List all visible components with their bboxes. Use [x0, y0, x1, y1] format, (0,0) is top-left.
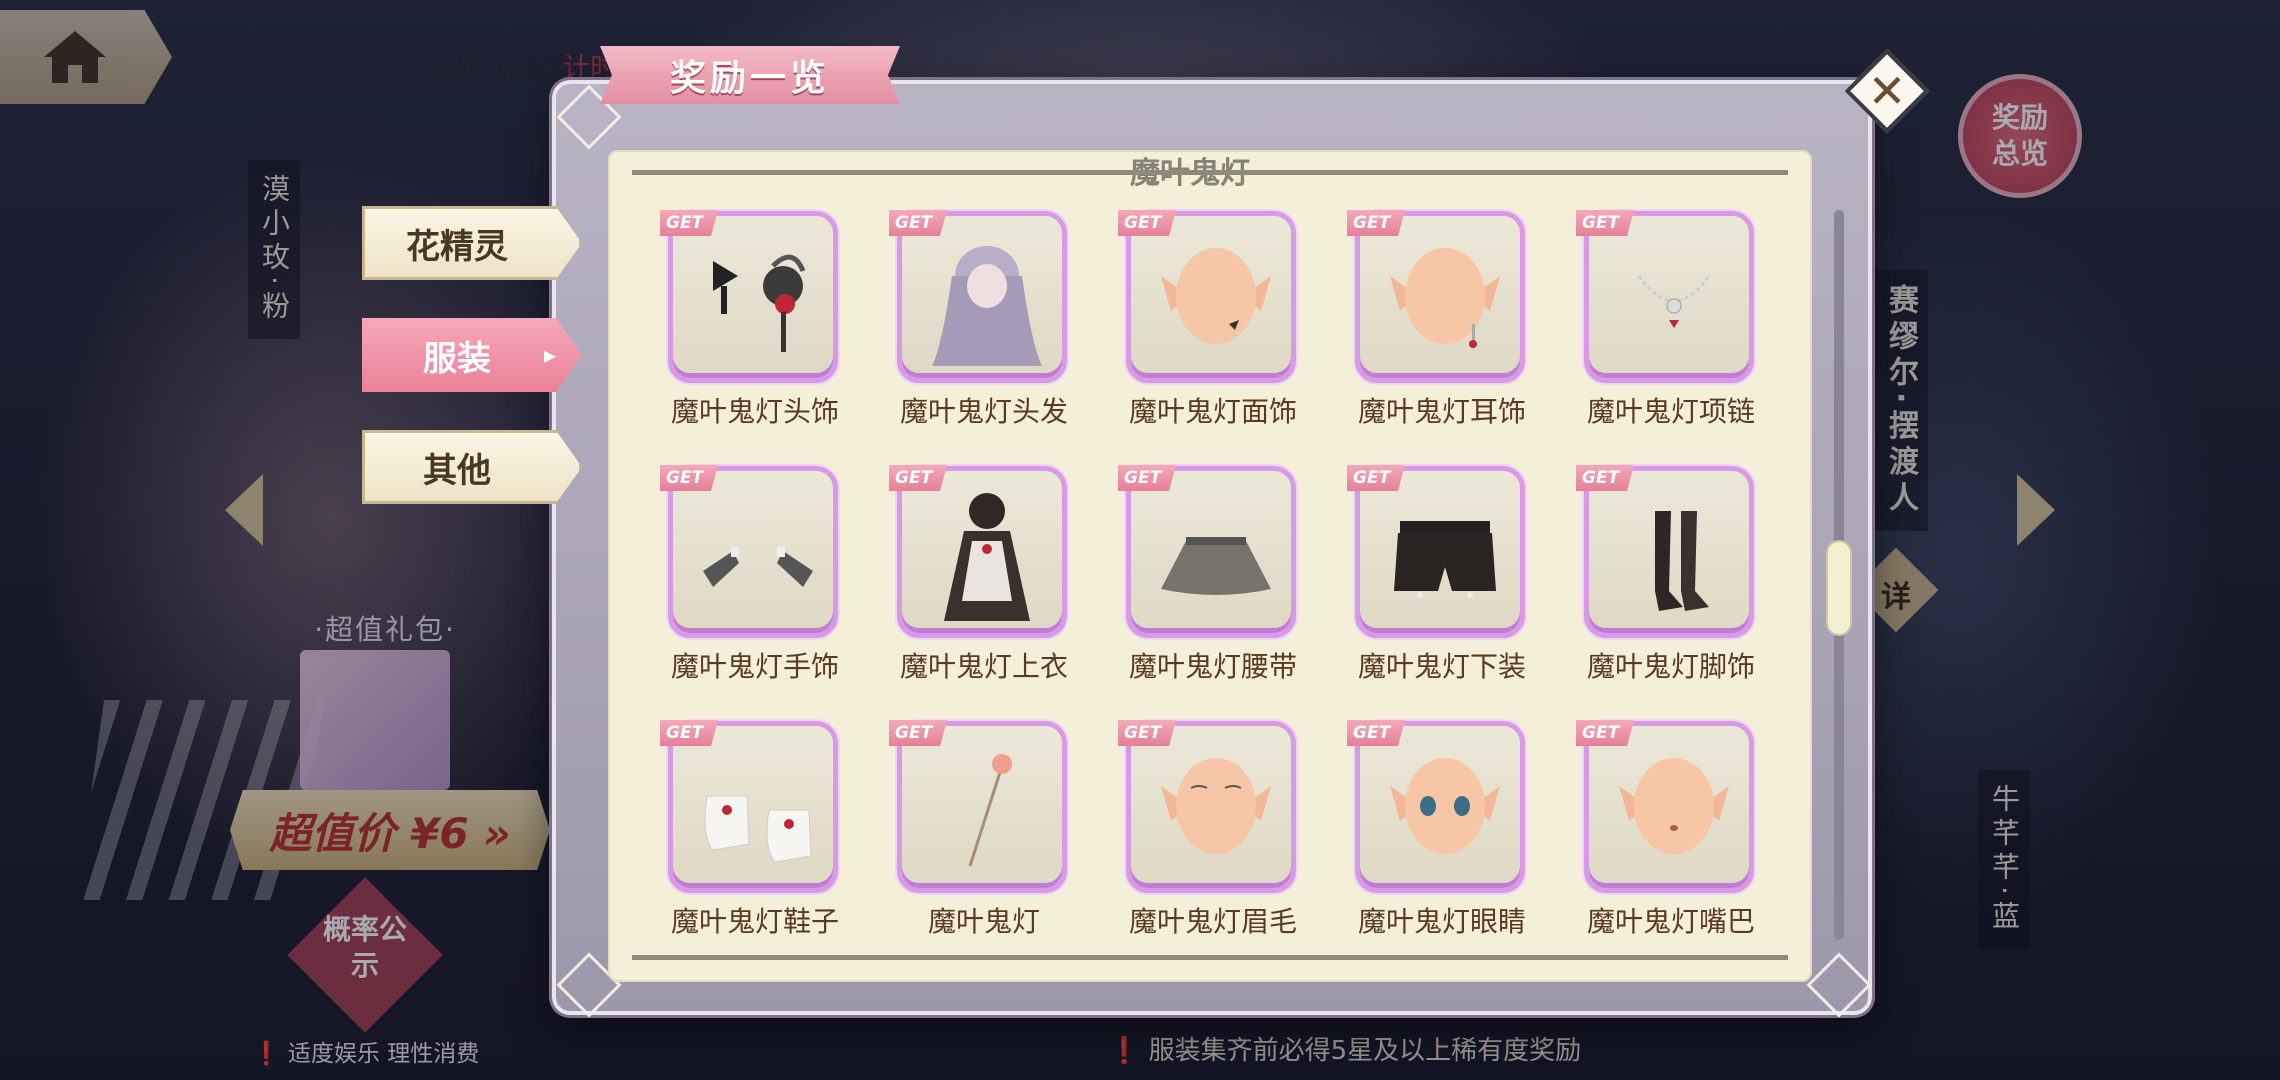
stockings-icon: [1655, 511, 1709, 611]
item-label: 魔叶鬼灯眉毛: [1128, 905, 1297, 938]
close-icon: ✕: [1867, 64, 1907, 118]
item-label: 魔叶鬼灯: [927, 905, 1040, 938]
item-tile: [897, 211, 1067, 383]
earring-icon: [1390, 248, 1500, 348]
item-tile: [897, 721, 1067, 893]
reward-item[interactable]: GET 魔叶鬼灯眉毛: [1118, 716, 1318, 971]
shoes-icon: [704, 795, 812, 863]
item-tile: [1584, 466, 1754, 638]
get-badge: GET: [660, 465, 718, 491]
chevron-right-icon: ▸: [543, 341, 556, 369]
item-label: 魔叶鬼灯面饰: [1128, 395, 1297, 428]
item-label: 魔叶鬼灯鞋子: [670, 905, 839, 938]
wand-icon: [968, 754, 1012, 867]
item-label: 魔叶鬼灯项链: [1586, 395, 1755, 428]
tab-label: 其他: [423, 450, 491, 491]
item-tile: [1355, 721, 1525, 893]
reward-item[interactable]: GET 魔叶鬼灯面饰: [1118, 206, 1318, 461]
get-badge: GET: [889, 465, 947, 491]
face-accessory-icon: [1161, 248, 1271, 344]
scrollbar-thumb[interactable]: [1828, 542, 1850, 634]
item-tile: [1584, 211, 1754, 383]
tab-label: 花精灵: [406, 226, 508, 267]
reward-item[interactable]: GET 魔叶鬼灯头发: [889, 206, 1089, 461]
item-label: 魔叶鬼灯手饰: [670, 650, 839, 683]
close-button[interactable]: ✕: [1844, 48, 1930, 134]
get-badge: GET: [1118, 210, 1176, 236]
item-label: 魔叶鬼灯头发: [899, 395, 1068, 428]
modal-title: 奖励一览: [600, 46, 900, 104]
item-tile: [668, 211, 838, 383]
item-tile: [1584, 721, 1754, 893]
get-badge: GET: [889, 210, 947, 236]
divider: [632, 170, 1788, 175]
item-label: 魔叶鬼灯头饰: [670, 395, 839, 428]
get-badge: GET: [660, 210, 718, 236]
reward-item[interactable]: GET 魔叶鬼灯上衣: [889, 461, 1089, 716]
item-tile: [668, 466, 838, 638]
get-badge: GET: [1576, 210, 1634, 236]
gloves-icon: [703, 547, 813, 587]
item-tile: [1355, 466, 1525, 638]
reward-item[interactable]: GET 魔叶鬼灯鞋子: [660, 716, 860, 971]
reward-item[interactable]: GET 魔叶鬼灯腰带: [1118, 461, 1318, 716]
eyebrows-icon: [1161, 758, 1271, 854]
reward-item[interactable]: GET 魔叶鬼灯: [889, 716, 1089, 971]
get-badge: GET: [889, 720, 947, 746]
item-label: 魔叶鬼灯下装: [1357, 650, 1526, 683]
reward-item[interactable]: GET 魔叶鬼灯脚饰: [1576, 461, 1776, 716]
tab-flower-spirit[interactable]: 花精灵: [362, 206, 582, 280]
reward-item[interactable]: GET 魔叶鬼灯项链: [1576, 206, 1776, 461]
item-label: 魔叶鬼灯眼睛: [1357, 905, 1526, 938]
get-badge: GET: [1576, 465, 1634, 491]
reward-item[interactable]: GET 魔叶鬼灯头饰: [660, 206, 860, 461]
shorts-icon: [1394, 521, 1496, 598]
get-badge: GET: [1347, 720, 1405, 746]
get-badge: GET: [1576, 720, 1634, 746]
item-label: 魔叶鬼灯脚饰: [1586, 650, 1755, 683]
reward-item[interactable]: GET 魔叶鬼灯耳饰: [1347, 206, 1547, 461]
item-tile: [897, 466, 1067, 638]
necklace-icon: [1637, 275, 1711, 328]
get-badge: GET: [1118, 465, 1176, 491]
tab-label: 服装: [423, 338, 491, 379]
item-tile: [668, 721, 838, 893]
eyes-icon: [1390, 758, 1500, 854]
tab-clothing[interactable]: 服装 ▸: [362, 318, 582, 392]
reward-item[interactable]: GET 魔叶鬼灯眼睛: [1347, 716, 1547, 971]
hair-icon: [932, 246, 1042, 366]
item-tile: [1355, 211, 1525, 383]
item-label: 魔叶鬼灯耳饰: [1357, 395, 1526, 428]
get-badge: GET: [660, 720, 718, 746]
get-badge: GET: [1347, 465, 1405, 491]
get-badge: GET: [1118, 720, 1176, 746]
get-badge: GET: [1347, 210, 1405, 236]
reward-item[interactable]: GET 魔叶鬼灯手饰: [660, 461, 860, 716]
item-label: 魔叶鬼灯腰带: [1128, 650, 1297, 683]
tab-other[interactable]: 其他: [362, 430, 582, 504]
mouth-icon: [1619, 758, 1729, 854]
reward-item[interactable]: GET 魔叶鬼灯嘴巴: [1576, 716, 1776, 971]
headdress-icon: [713, 254, 806, 352]
item-label: 魔叶鬼灯嘴巴: [1586, 905, 1755, 938]
item-label: 魔叶鬼灯上衣: [899, 650, 1068, 683]
item-tile: [1126, 721, 1296, 893]
item-tile: [1126, 466, 1296, 638]
skirt-icon: [1161, 537, 1271, 595]
reward-grid: GET 魔叶鬼灯头饰 GET 魔叶鬼灯头发 GET 魔叶鬼灯面饰 GET 魔叶鬼…: [660, 206, 1768, 971]
reward-item[interactable]: GET 魔叶鬼灯下装: [1347, 461, 1547, 716]
item-tile: [1126, 211, 1296, 383]
dress-icon: [944, 493, 1030, 621]
